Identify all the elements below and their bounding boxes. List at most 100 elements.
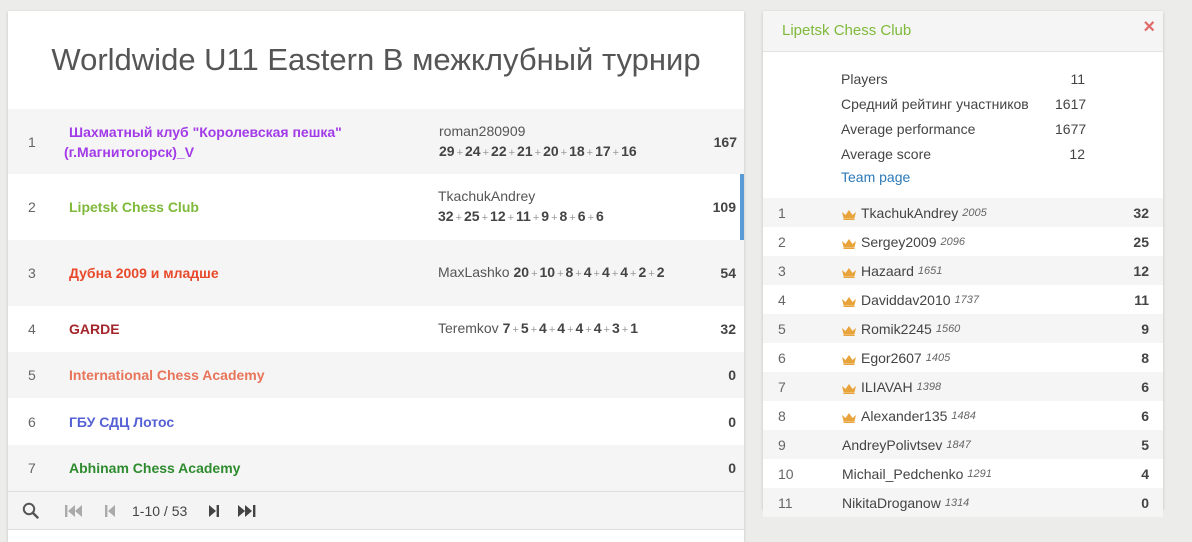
prev-page-button[interactable] bbox=[96, 491, 124, 530]
player-score: 32 bbox=[438, 208, 454, 224]
team-total: 109 bbox=[712, 199, 736, 215]
leader-name[interactable]: TkachukAndrey bbox=[438, 188, 535, 204]
player-row[interactable]: 1 TkachukAndrey 2005 32 bbox=[763, 198, 1163, 227]
plus-sign: + bbox=[611, 268, 619, 280]
team-name-link[interactable]: GARDE bbox=[63, 319, 438, 339]
player-row[interactable]: 11 NikitaDroganow 1314 0 bbox=[763, 488, 1163, 517]
player-name[interactable]: Romik2245 bbox=[861, 321, 932, 337]
player-name[interactable]: Michail_Pedchenko bbox=[842, 466, 963, 482]
standings-row[interactable]: 7 Abhinam Chess Academy 0 bbox=[8, 445, 744, 491]
player-rating: 1291 bbox=[967, 467, 992, 480]
player-name[interactable]: Alexander135 bbox=[861, 408, 947, 424]
close-icon[interactable]: × bbox=[1143, 16, 1155, 39]
plus-sign: + bbox=[630, 268, 637, 280]
team-name-link[interactable]: ГБУ СДЦ Лотос bbox=[63, 412, 438, 432]
leader-name[interactable]: MaxLashko bbox=[438, 264, 510, 280]
first-page-button[interactable] bbox=[52, 491, 96, 530]
crown-icon bbox=[842, 381, 856, 394]
player-name[interactable]: Sergey2009 bbox=[861, 234, 937, 250]
player-row[interactable]: 10 Michail_Pedchenko 1291 4 bbox=[763, 459, 1163, 488]
player-name[interactable]: AndreyPolivtsev bbox=[842, 437, 942, 453]
row-rank: 4 bbox=[28, 321, 36, 337]
player-score: 22 bbox=[491, 142, 507, 159]
player-name[interactable]: ILIAVAH bbox=[861, 379, 913, 395]
player-rating: 1651 bbox=[917, 264, 943, 277]
plus-sign: + bbox=[603, 324, 610, 336]
row-rank: 2 bbox=[28, 199, 36, 215]
player-row[interactable]: 6 Egor2607 1405 8 bbox=[763, 343, 1163, 372]
player-score: 6 bbox=[596, 208, 604, 224]
plus-sign: + bbox=[560, 146, 568, 159]
team-total: 0 bbox=[728, 367, 736, 383]
player-score: 4 bbox=[539, 320, 547, 336]
player-rank: 4 bbox=[778, 291, 786, 308]
standings-row[interactable]: 6 ГБУ СДЦ Лотос 0 bbox=[8, 398, 744, 445]
player-name[interactable]: Egor2607 bbox=[861, 350, 922, 366]
player-score: 21 bbox=[517, 142, 533, 159]
player-score: 9 bbox=[1141, 320, 1149, 337]
player-rating: 1737 bbox=[954, 293, 979, 306]
player-name[interactable]: Daviddav2010 bbox=[861, 292, 951, 308]
player-score: 20 bbox=[513, 264, 530, 280]
player-name[interactable]: TkachukAndrey bbox=[861, 205, 958, 221]
standings-row[interactable]: 4 GARDE Teremkov 7 +5 +4 +4 +4 +4 +3 +1 32 bbox=[8, 306, 744, 352]
team-page-link[interactable]: Team page bbox=[841, 167, 910, 187]
standings-row[interactable]: 1 Шахматный клуб "Королевская пешка" (г.М… bbox=[8, 109, 744, 174]
stat-value: 12 bbox=[1069, 146, 1085, 162]
player-row[interactable]: 9 AndreyPolivtsev 1847 5 bbox=[763, 430, 1163, 459]
team-info-panel: Lipetsk Chess Club × Players 11 Средний ре… bbox=[763, 11, 1163, 517]
player-rank: 5 bbox=[778, 320, 786, 337]
player-score: 8 bbox=[1141, 349, 1149, 366]
player-score: 32 bbox=[1133, 204, 1149, 221]
player-score: 10 bbox=[539, 264, 556, 280]
standings-row[interactable]: 5 International Chess Academy 0 bbox=[8, 352, 744, 398]
team-players-list: 1 TkachukAndrey 2005 32 2 Sergey2009 2096 25 3 Ha… bbox=[763, 198, 1163, 517]
player-name[interactable]: Hazaard bbox=[861, 263, 914, 279]
last-page-button[interactable] bbox=[227, 491, 267, 530]
player-row[interactable]: 3 Hazaard 1651 12 bbox=[763, 256, 1163, 285]
team-name-link[interactable]: Дубна 2009 и младше bbox=[63, 263, 438, 283]
player-row[interactable]: 8 Alexander135 1484 6 bbox=[763, 401, 1163, 430]
player-rating: 1560 bbox=[935, 322, 961, 335]
crown-icon bbox=[842, 294, 856, 307]
player-rank: 11 bbox=[778, 494, 793, 511]
leader-name[interactable]: roman280909 bbox=[439, 123, 525, 139]
plus-sign: + bbox=[586, 146, 594, 159]
player-name[interactable]: NikitaDroganow bbox=[842, 495, 941, 511]
player-cell: ILIAVAH 1398 bbox=[842, 379, 1099, 395]
player-row[interactable]: 7 ILIAVAH 1398 6 bbox=[763, 372, 1163, 401]
player-score: 2 bbox=[656, 264, 665, 280]
crown-icon bbox=[842, 207, 856, 220]
player-cell: Romik2245 1560 bbox=[842, 321, 1099, 337]
standings-row[interactable]: 2 Lipetsk Chess Club TkachukAndrey 32 +25 +1… bbox=[8, 174, 744, 240]
player-row[interactable]: 5 Romik2245 1560 9 bbox=[763, 314, 1163, 343]
crown-icon bbox=[842, 352, 856, 365]
team-name-link[interactable]: International Chess Academy bbox=[63, 365, 438, 385]
plus-sign: + bbox=[593, 268, 600, 280]
player-cell: Egor2607 1405 bbox=[842, 350, 1099, 366]
search-button[interactable] bbox=[8, 491, 52, 530]
team-stat-row: Players 11 bbox=[841, 67, 1163, 92]
plus-sign: + bbox=[531, 268, 538, 280]
plus-sign: + bbox=[456, 146, 464, 159]
team-name-link[interactable]: Abhinam Chess Academy bbox=[63, 458, 438, 478]
player-rating: 1398 bbox=[916, 380, 942, 393]
standings-row[interactable]: 3 Дубна 2009 и младше MaxLashko 20 +10 +8 +4 +… bbox=[8, 240, 744, 306]
team-total: 0 bbox=[728, 460, 736, 476]
team-name-link[interactable]: Lipetsk Chess Club bbox=[63, 197, 438, 217]
team-name-link[interactable]: Шахматный клуб "Королевская пешка" (г.Ма… bbox=[64, 122, 439, 162]
player-row[interactable]: 2 Sergey2009 2096 25 bbox=[763, 227, 1163, 256]
crown-icon bbox=[842, 265, 856, 278]
player-rating: 2096 bbox=[940, 235, 965, 248]
player-cell: Michail_Pedchenko 1291 bbox=[842, 466, 1099, 482]
player-score: 25 bbox=[1133, 233, 1149, 250]
team-stats: Players 11 Средний рейтинг участников 1617 A… bbox=[763, 52, 1163, 187]
team-panel-title: Lipetsk Chess Club bbox=[782, 22, 912, 39]
player-row[interactable]: 4 Daviddav2010 1737 11 bbox=[763, 285, 1163, 314]
row-rank: 7 bbox=[28, 460, 36, 476]
leader-name[interactable]: Teremkov bbox=[438, 320, 499, 336]
next-page-button[interactable] bbox=[201, 491, 227, 530]
team-total: 0 bbox=[728, 413, 736, 430]
player-score: 25 bbox=[464, 208, 480, 224]
stat-value: 11 bbox=[1070, 71, 1085, 87]
